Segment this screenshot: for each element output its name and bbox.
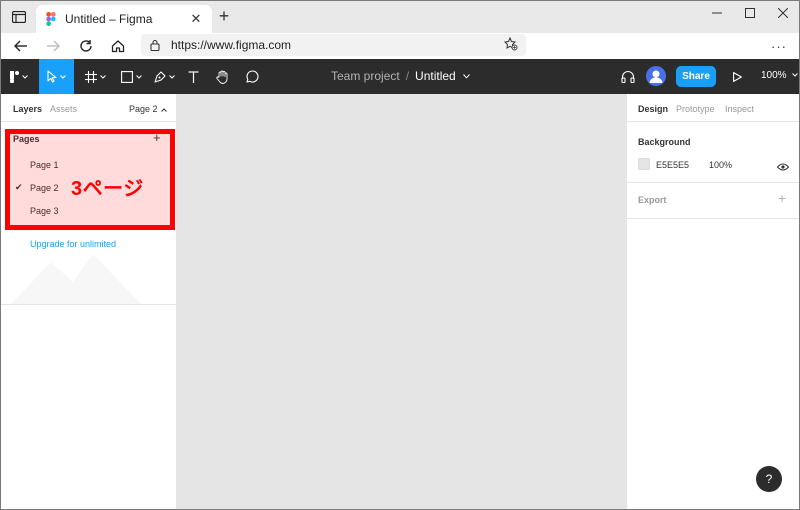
background-opacity-value[interactable]: 100% [709,160,732,170]
background-color-swatch[interactable] [638,158,650,170]
chevron-down-icon[interactable] [463,74,470,79]
figma-menu-icon [10,70,19,83]
tab-layers[interactable]: Layers [13,104,42,114]
new-tab-button[interactable]: + [215,7,233,26]
frame-icon [84,70,97,83]
right-panel-tabs: Design Prototype Inspect [627,94,799,122]
zoom-level[interactable]: 100% [761,70,799,81]
tab-title: Untitled – Figma [65,12,153,26]
home-icon[interactable] [108,36,128,56]
maximize-icon[interactable] [734,1,766,25]
panel-divider [1,304,177,305]
help-button[interactable]: ? [756,466,782,492]
address-bar-row: https://www.figma.com ··· [1,33,799,59]
export-section-title: Export [638,195,667,205]
panel-divider [627,182,799,183]
lock-icon[interactable] [150,38,160,56]
upgrade-link[interactable]: Upgrade for unlimited [30,239,116,249]
file-name[interactable]: Untitled [415,69,456,83]
left-panel-tabs: Layers Assets Page 2 [1,94,177,122]
zoom-value[interactable]: 100% [761,70,787,81]
address-bar[interactable]: https://www.figma.com [141,34,526,56]
hand-icon [215,70,227,84]
add-favorite-icon[interactable] [503,36,518,56]
tab-inspect[interactable]: Inspect [725,104,754,114]
project-name[interactable]: Team project [331,69,400,83]
background-hex-value[interactable]: E5E5E5 [656,160,689,170]
url-text[interactable]: https://www.figma.com [171,38,291,52]
minimize-icon[interactable] [701,1,733,25]
frame-tool-button[interactable] [81,59,109,94]
share-button[interactable]: Share [676,66,716,87]
file-breadcrumb[interactable]: Team project / Untitled [331,69,470,83]
comment-icon [245,70,259,83]
current-page-label[interactable]: Page 2 [129,104,158,114]
right-panel: Design Prototype Inspect Background E5E5… [626,94,799,509]
browser-window: Untitled – Figma ✕ + https://www.figma.c… [0,0,800,510]
visibility-eye-icon[interactable] [776,158,790,176]
tab-actions-icon[interactable] [9,7,29,27]
avatar[interactable] [646,66,666,86]
close-window-icon[interactable] [767,1,799,25]
breadcrumb-separator: / [405,69,410,83]
close-tab-icon[interactable]: ✕ [188,11,204,27]
browser-tab[interactable]: Untitled – Figma ✕ [36,5,212,33]
background-section-title: Background [638,137,691,147]
figma-logo-icon [46,12,56,26]
text-tool-button[interactable] [183,59,203,94]
text-icon [188,70,198,83]
audio-headphones-icon[interactable] [618,59,638,94]
rectangle-icon [120,70,133,83]
tab-assets[interactable]: Assets [50,104,77,114]
panel-divider [627,218,799,219]
pen-tool-button[interactable] [149,59,179,94]
back-arrow-icon[interactable] [11,36,31,56]
main-menu-button[interactable] [1,59,37,94]
shape-tool-button[interactable] [116,59,146,94]
current-page-selector[interactable]: Page 2 [129,104,167,114]
chevron-down-icon[interactable] [792,73,799,78]
present-play-icon[interactable] [727,59,747,94]
forward-arrow-icon[interactable] [43,36,63,56]
refresh-icon[interactable] [76,36,96,56]
chevron-up-icon[interactable] [160,107,167,112]
figma-toolbar: Team project / Untitled Share 100% [1,59,799,94]
more-menu-icon[interactable]: ··· [771,39,787,54]
mountains-illustration [11,254,141,304]
move-tool-button[interactable] [39,59,74,94]
pen-icon [153,70,166,83]
add-export-button[interactable]: + [778,190,786,206]
tab-prototype[interactable]: Prototype [676,104,715,114]
hand-tool-button[interactable] [211,59,233,94]
design-canvas[interactable] [177,94,626,509]
comment-tool-button[interactable] [241,59,263,94]
cursor-icon [47,70,57,83]
browser-tab-strip: Untitled – Figma ✕ + [1,1,799,33]
annotation-callout: 3ページ [71,178,144,200]
tab-design[interactable]: Design [638,104,668,114]
